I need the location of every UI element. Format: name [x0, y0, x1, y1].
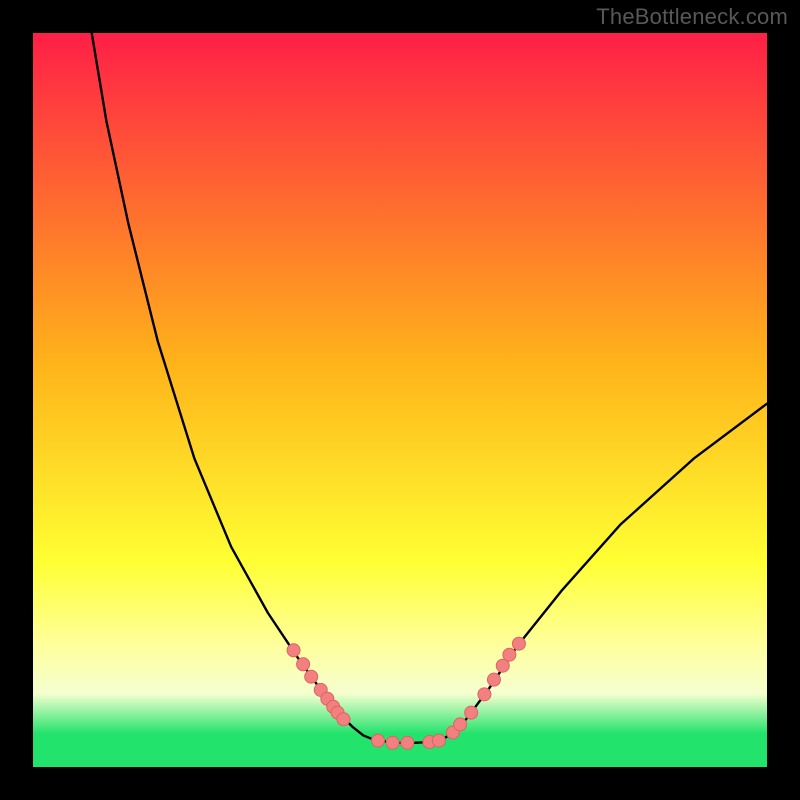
plot-area	[33, 33, 767, 767]
data-point	[478, 688, 491, 701]
gradient-background	[33, 33, 767, 767]
data-point	[386, 736, 399, 749]
data-point	[512, 637, 525, 650]
data-point	[297, 658, 310, 671]
data-point	[465, 706, 478, 719]
watermark-text: TheBottleneck.com	[596, 4, 788, 30]
data-point	[432, 734, 445, 747]
data-point	[287, 644, 300, 657]
data-point	[503, 648, 516, 661]
data-point	[305, 670, 318, 683]
data-point	[337, 713, 350, 726]
figure-root: TheBottleneck.com	[0, 0, 800, 800]
data-point	[401, 736, 414, 749]
data-point	[371, 734, 384, 747]
chart-svg	[33, 33, 767, 767]
data-point	[487, 673, 500, 686]
data-point	[454, 718, 467, 731]
